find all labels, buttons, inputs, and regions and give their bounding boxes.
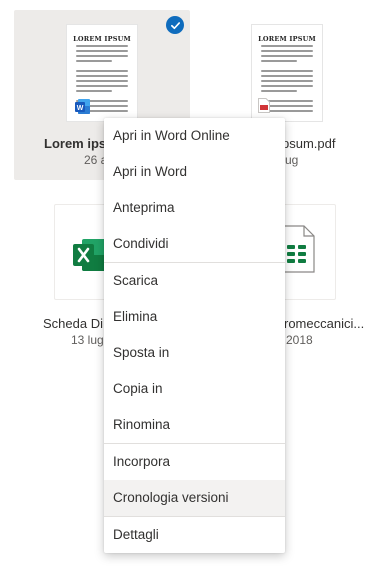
word-icon: W (75, 99, 90, 114)
menu-item-version-history[interactable]: Cronologia versioni (104, 480, 285, 516)
file-name[interactable]: romeccanici... (284, 316, 364, 331)
menu-item-share[interactable]: Condividi (104, 226, 285, 262)
menu-item-open-word-online[interactable]: Apri in Word Online (104, 118, 285, 154)
pdf-icon (258, 98, 270, 113)
svg-text:W: W (77, 105, 84, 112)
file-date: ug (285, 153, 299, 167)
menu-item-move-to[interactable]: Sposta in (104, 335, 285, 371)
menu-item-preview[interactable]: Anteprima (104, 190, 285, 226)
menu-item-delete[interactable]: Elimina (104, 299, 285, 335)
menu-item-copy-to[interactable]: Copia in (104, 371, 285, 407)
file-name[interactable]: Lorem ips (44, 136, 106, 151)
menu-item-open-in-word[interactable]: Apri in Word (104, 154, 285, 190)
file-date: 13 lug (71, 333, 104, 347)
file-name[interactable]: psum.pdf (282, 136, 335, 151)
file-name[interactable]: Scheda Di (43, 316, 103, 331)
context-menu: Apri in Word Online Apri in Word Antepri… (104, 118, 285, 553)
menu-item-embed[interactable]: Incorpora (104, 444, 285, 480)
selected-check-icon[interactable] (166, 16, 184, 34)
file-date: 2018 (286, 333, 313, 347)
excel-icon (73, 239, 107, 276)
menu-item-details[interactable]: Dettagli (104, 517, 285, 553)
menu-item-download[interactable]: Scarica (104, 263, 285, 299)
menu-item-rename[interactable]: Rinomina (104, 407, 285, 443)
thumbnail-title: LOREM IPSUM (258, 35, 316, 43)
thumbnail-title: LOREM IPSUM (73, 35, 131, 43)
